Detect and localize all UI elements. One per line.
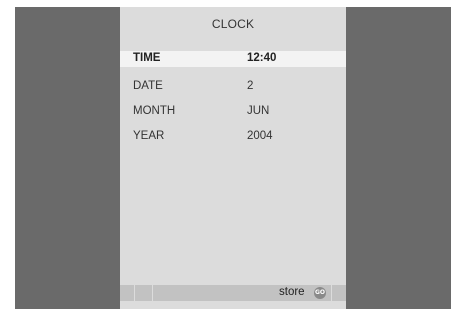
footer-bar: store GO: [120, 285, 346, 301]
store-label: store: [279, 286, 305, 298]
footer-divider: [134, 285, 135, 301]
footer-divider: [152, 285, 153, 301]
menu-row-date[interactable]: DATE 2: [120, 79, 346, 95]
month-label: MONTH: [133, 105, 176, 117]
clock-menu-panel: CLOCK TIME 12:40 DATE 2 MONTH JUN YEAR 2…: [120, 7, 346, 309]
month-value: JUN: [247, 105, 270, 117]
menu-row-month[interactable]: MONTH JUN: [120, 104, 346, 120]
year-label: YEAR: [133, 130, 165, 142]
date-value: 2: [247, 80, 254, 92]
menu-title: CLOCK: [211, 17, 255, 31]
time-value: 12:40: [247, 52, 277, 64]
year-value: 2004: [247, 130, 273, 142]
menu-row-time[interactable]: TIME 12:40: [120, 51, 346, 67]
time-label: TIME: [133, 52, 161, 64]
screen-frame: CLOCK TIME 12:40 DATE 2 MONTH JUN YEAR 2…: [15, 7, 451, 309]
footer-divider: [331, 285, 332, 301]
menu-row-year[interactable]: YEAR 2004: [120, 129, 346, 145]
go-button-icon[interactable]: GO: [314, 287, 326, 299]
date-label: DATE: [133, 80, 163, 92]
